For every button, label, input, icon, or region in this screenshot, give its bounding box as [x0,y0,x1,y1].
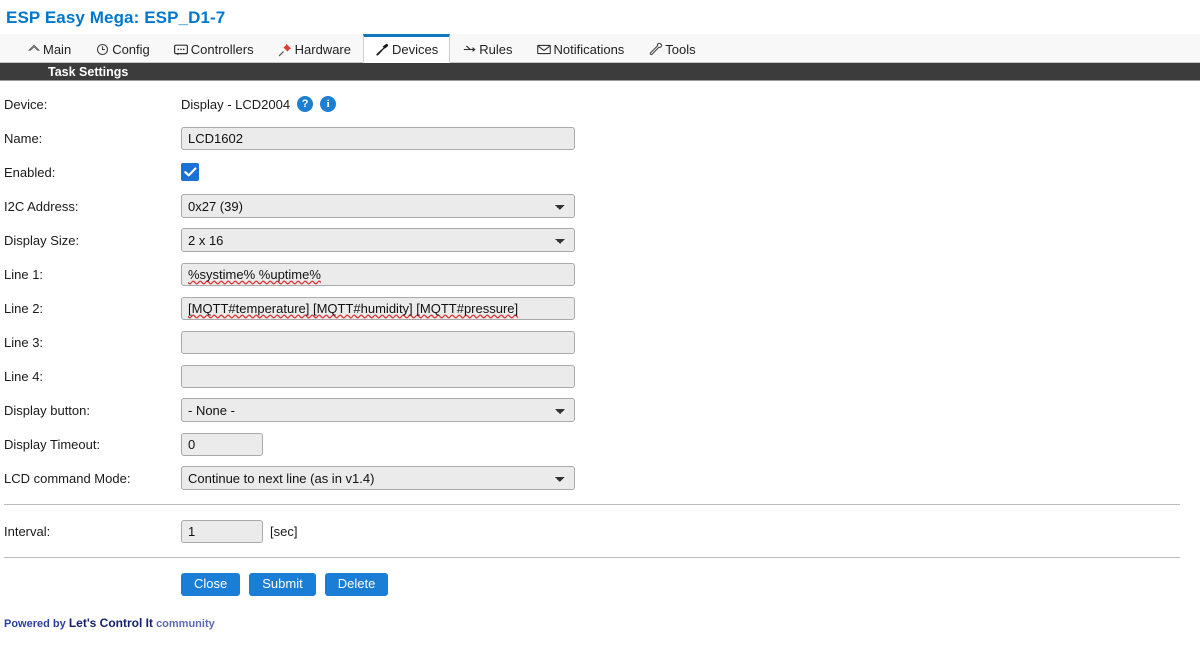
footer-community: community [156,618,215,631]
tab-tools-label: Tools [665,42,696,57]
tab-hardware-label: Hardware [294,42,351,57]
device-label: Device: [4,96,48,112]
plug-icon [375,43,390,57]
footer-brand-link[interactable]: Let's Control It [69,616,153,630]
tab-notifications[interactable]: Notifications [524,35,636,63]
footer-powered-by: Powered by [4,618,66,631]
arrow-branch-icon [462,43,477,57]
i2c-address-select[interactable]: 0x27 (39) [181,194,575,218]
lcd-command-mode-label: LCD command Mode: [4,470,131,486]
i2c-address-label: I2C Address: [4,198,79,214]
row-display-size: Display Size: 2 x 16 [0,223,1200,257]
close-button[interactable]: Close [181,573,241,597]
tab-controllers-label: Controllers [190,42,254,57]
line4-input[interactable] [181,364,575,388]
display-size-select[interactable]: 2 x 16 [181,228,575,252]
line4-label: Line 4: [4,368,44,384]
row-line2: Line 2: [MQTT#temperature] [MQTT#humidit… [0,291,1200,325]
tab-tools[interactable]: Tools [636,35,707,63]
tab-devices[interactable]: Devices [362,34,451,63]
row-line4: Line 4: [0,359,1200,393]
display-timeout-input[interactable] [181,432,263,456]
submit-button[interactable]: Submit [249,573,316,597]
name-label: Name: [4,130,43,146]
delete-button[interactable]: Delete [324,573,389,597]
name-input[interactable] [181,126,575,150]
enabled-label: Enabled: [4,164,56,180]
interval-input[interactable] [181,519,263,543]
gear-icon [95,43,110,57]
tab-rules-label: Rules [479,42,513,57]
tab-notifications-label: Notifications [553,42,625,57]
interval-label: Interval: [4,523,51,539]
task-settings-form: Device: Display - LCD2004 ? i Name: Enab… [0,81,1200,597]
row-lcd-command-mode: LCD command Mode: Continue to next line … [0,461,1200,495]
display-button-label: Display button: [4,402,90,418]
line1-label: Line 1: [4,266,44,282]
wrench-icon [648,43,663,57]
row-device: Device: Display - LCD2004 ? i [0,87,1200,121]
tab-rules[interactable]: Rules [450,35,524,63]
info-icon[interactable]: i [320,96,337,112]
help-icon[interactable]: ? [297,96,314,112]
display-size-label: Display Size: [4,232,80,248]
tab-main-label: Main [43,42,72,57]
section-header-task-settings: Task Settings [0,63,1200,81]
line2-label: Line 2: [4,300,44,316]
divider-above-buttons [4,557,1180,558]
page-footer: Powered by Let's Control It community [0,596,1200,630]
envelope-icon [536,43,551,57]
row-name: Name: [0,121,1200,155]
page-header: ESP Easy Mega: ESP_D1-7 [0,0,1200,34]
pushpin-icon [278,43,293,57]
speech-bubble-icon [174,43,189,57]
row-enabled: Enabled: [0,155,1200,189]
line2-input[interactable]: [MQTT#temperature] [MQTT#humidity] [MQTT… [181,296,575,320]
tab-controllers[interactable]: Controllers [162,35,266,63]
page-title: ESP Easy Mega: ESP_D1-7 [6,8,226,27]
tab-main[interactable]: Main [14,35,83,63]
check-icon [183,167,196,177]
display-timeout-label: Display Timeout: [4,436,101,452]
lcd-command-mode-select[interactable]: Continue to next line (as in v1.4) [181,466,575,490]
tab-hardware[interactable]: Hardware [266,35,363,63]
tab-config-label: Config [112,42,150,57]
row-line1: Line 1: %systime% %uptime% [0,257,1200,291]
row-i2c-address: I2C Address: 0x27 (39) [0,189,1200,223]
display-button-select[interactable]: - None - [181,398,575,422]
tab-config[interactable]: Config [83,35,162,63]
divider-above-interval [4,504,1180,505]
line1-input[interactable]: %systime% %uptime% [181,262,575,286]
form-action-buttons: Close Submit Delete [0,567,1200,597]
line3-input[interactable] [181,330,575,354]
enabled-checkbox[interactable] [181,163,199,181]
device-value: Display - LCD2004 [181,96,291,112]
row-display-button: Display button: - None - [0,393,1200,427]
line3-label: Line 3: [4,334,44,350]
main-navigation-tabs: Main Config Controllers Hardware Devices… [0,34,1200,63]
row-interval: Interval: [sec] [0,514,1200,548]
interval-unit: [sec] [270,523,298,539]
home-icon [26,43,41,57]
row-display-timeout: Display Timeout: [0,427,1200,461]
row-line3: Line 3: [0,325,1200,359]
tab-devices-label: Devices [391,42,439,57]
